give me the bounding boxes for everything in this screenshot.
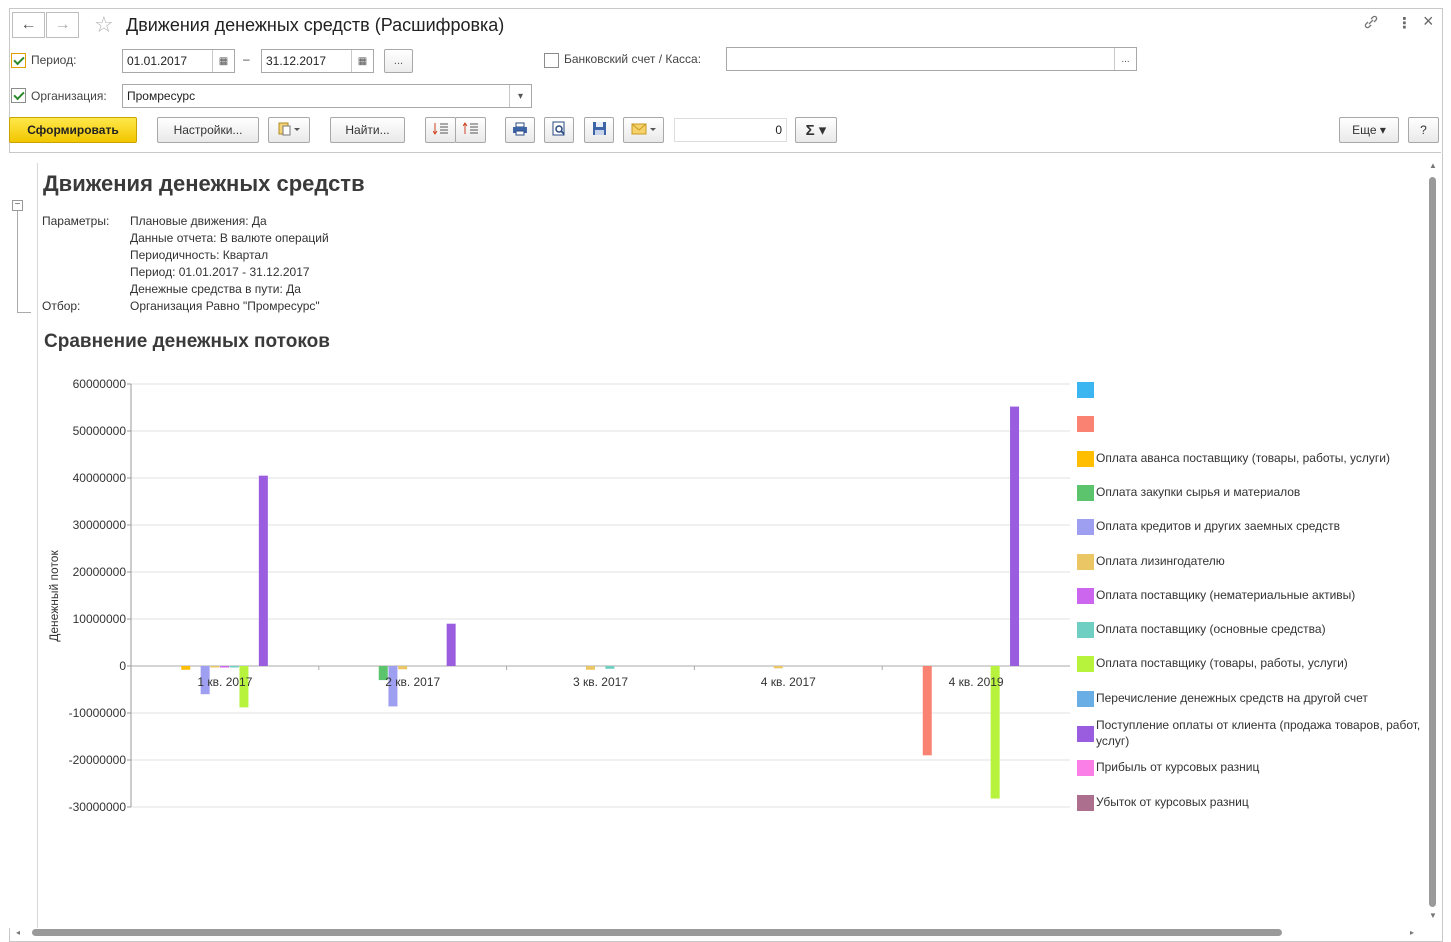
legend-label: Убыток от курсовых разниц [1096, 795, 1249, 809]
legend-item [1077, 381, 1426, 398]
legend-item: Перечисление денежных средств на другой … [1077, 690, 1426, 707]
legend-label: Оплата поставщику (товары, работы, услуг… [1096, 656, 1348, 670]
bar [398, 666, 408, 670]
legend-swatch [1077, 451, 1094, 467]
legend-swatch [1077, 726, 1094, 742]
legend-swatch [1077, 760, 1094, 776]
bar [922, 666, 932, 756]
bar [446, 623, 456, 666]
y-tick-label: -30000000 [69, 800, 127, 814]
legend-label: Оплата закупки сырья и материалов [1096, 485, 1301, 499]
y-tick-label: 50000000 [73, 424, 127, 438]
legend-swatch [1077, 416, 1094, 432]
scroll-left-icon[interactable]: ◂ [16, 928, 20, 937]
legend-swatch [1077, 622, 1094, 638]
legend-item: Прибыль от курсовых разниц [1077, 759, 1426, 776]
legend-label: Оплата кредитов и других заемных средств [1096, 519, 1341, 533]
legend-label: Оплата лизингодателю [1096, 554, 1225, 568]
legend-swatch [1077, 382, 1094, 398]
x-tick-label: 3 кв. 2017 [573, 675, 628, 689]
y-tick-label: -20000000 [69, 753, 127, 767]
bar [585, 666, 595, 670]
horizontal-scrollbar[interactable]: ◂ ▸ [16, 928, 1420, 937]
y-tick-label: 20000000 [73, 565, 127, 579]
legend-item: Оплата закупки сырья и материалов [1077, 484, 1426, 501]
legend-item: Оплата поставщику (товары, работы, услуг… [1077, 655, 1426, 672]
y-tick-label: 10000000 [73, 612, 127, 626]
legend-swatch [1077, 795, 1094, 811]
y-tick-label: 60000000 [73, 377, 127, 391]
bar [1010, 406, 1020, 666]
legend-item [1077, 415, 1426, 432]
bar [773, 666, 783, 669]
legend-label: Оплата поставщику (основные средства) [1096, 622, 1326, 636]
legend-label: Оплата аванса поставщику (товары, работы… [1096, 451, 1390, 465]
legend-item: Оплата поставщику (нематериальные активы… [1077, 587, 1426, 604]
legend-swatch [1077, 691, 1094, 707]
x-tick-label: 2 кв. 2017 [385, 675, 440, 689]
y-tick-label: 0 [119, 659, 126, 673]
legend-swatch [1077, 588, 1094, 604]
legend-swatch [1077, 519, 1094, 535]
legend-swatch [1077, 656, 1094, 672]
legend-item: Оплата лизингодателю [1077, 553, 1426, 570]
y-tick-label: 30000000 [73, 518, 127, 532]
bar [229, 666, 239, 668]
bar [181, 666, 191, 670]
x-tick-label: 4 кв. 2019 [949, 675, 1004, 689]
bar [220, 666, 230, 668]
legend-swatch [1077, 554, 1094, 570]
bar [605, 666, 615, 669]
y-axis-label: Денежный поток [47, 550, 61, 642]
bar [258, 475, 268, 666]
legend-swatch [1077, 485, 1094, 501]
x-tick-label: 1 кв. 2017 [197, 675, 252, 689]
legend-label: Прибыль от курсовых разниц [1096, 760, 1260, 774]
legend-item: Оплата аванса поставщику (товары, работы… [1077, 450, 1426, 467]
x-tick-label: 4 кв. 2017 [761, 675, 816, 689]
legend-item: Убыток от курсовых разниц [1077, 794, 1426, 811]
legend-label: Оплата поставщику (нематериальные активы… [1096, 588, 1356, 602]
bar [210, 666, 220, 668]
y-tick-label: 40000000 [73, 471, 127, 485]
legend-label: Перечисление денежных средств на другой … [1096, 691, 1368, 705]
y-tick-label: -10000000 [69, 706, 127, 720]
legend-item: Поступление оплаты от клиента (продажа т… [1077, 717, 1426, 749]
legend-label: Поступление оплаты от клиента (продажа т… [1096, 718, 1421, 748]
scroll-right-icon[interactable]: ▸ [1410, 928, 1414, 937]
legend-item: Оплата кредитов и других заемных средств [1077, 518, 1426, 535]
scroll-thumb[interactable] [32, 929, 1282, 936]
legend-item: Оплата поставщику (основные средства) [1077, 621, 1426, 638]
